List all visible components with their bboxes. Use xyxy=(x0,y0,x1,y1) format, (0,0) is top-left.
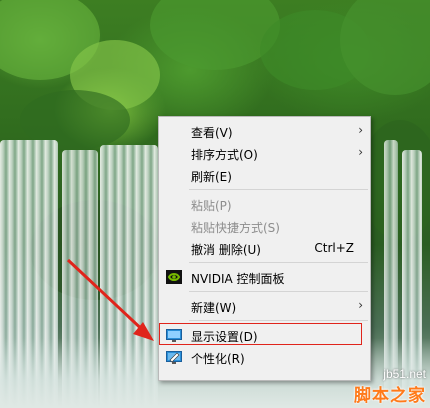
menu-item-display-settings[interactable]: 显示设置(D) xyxy=(159,323,370,346)
menu-item-label: 粘贴(P) xyxy=(191,199,232,213)
submenu-arrow-icon: › xyxy=(358,145,363,159)
desktop-context-menu: 查看(V) › 排序方式(O) › 刷新(E) 粘贴(P) 粘贴快捷方式(S) … xyxy=(158,116,371,381)
menu-item-undo-delete[interactable]: 撤消 删除(U) Ctrl+Z xyxy=(159,237,370,259)
menu-item-label: 新建(W) xyxy=(191,301,237,315)
menu-item-label: 排序方式(O) xyxy=(191,148,258,162)
watermark-name: 脚本之家 xyxy=(354,386,426,406)
menu-item-label: 个性化(R) xyxy=(191,352,245,366)
submenu-arrow-icon: › xyxy=(358,298,363,312)
menu-separator xyxy=(189,262,368,263)
menu-item-refresh[interactable]: 刷新(E) xyxy=(159,164,370,186)
menu-separator xyxy=(189,291,368,292)
menu-item-label: 显示设置(D) xyxy=(191,330,258,344)
menu-item-label: 刷新(E) xyxy=(191,170,232,184)
menu-item-label: 撤消 删除(U) xyxy=(191,243,261,257)
menu-item-label: NVIDIA 控制面板 xyxy=(191,272,285,286)
menu-item-new[interactable]: 新建(W) › xyxy=(159,295,370,317)
menu-item-label: 查看(V) xyxy=(191,126,233,140)
submenu-arrow-icon: › xyxy=(358,123,363,137)
highlight-box xyxy=(159,323,362,345)
menu-item-shortcut: Ctrl+Z xyxy=(314,241,354,255)
watermark-site: jb51.net xyxy=(383,367,426,381)
menu-separator xyxy=(189,320,368,321)
menu-item-paste-shortcut: 粘贴快捷方式(S) xyxy=(159,215,370,237)
menu-separator xyxy=(189,189,368,190)
menu-item-sort-by[interactable]: 排序方式(O) › xyxy=(159,142,370,164)
nvidia-icon xyxy=(166,270,182,284)
menu-item-nvidia-control-panel[interactable]: NVIDIA 控制面板 xyxy=(159,266,370,288)
display-icon xyxy=(166,329,182,342)
menu-item-label: 粘贴快捷方式(S) xyxy=(191,221,280,235)
watermark: jb51.net 脚本之家 xyxy=(354,367,426,406)
personalize-icon xyxy=(166,351,182,364)
menu-item-view[interactable]: 查看(V) › xyxy=(159,120,370,142)
menu-item-paste: 粘贴(P) xyxy=(159,193,370,215)
menu-item-personalize[interactable]: 个性化(R) xyxy=(159,346,370,368)
